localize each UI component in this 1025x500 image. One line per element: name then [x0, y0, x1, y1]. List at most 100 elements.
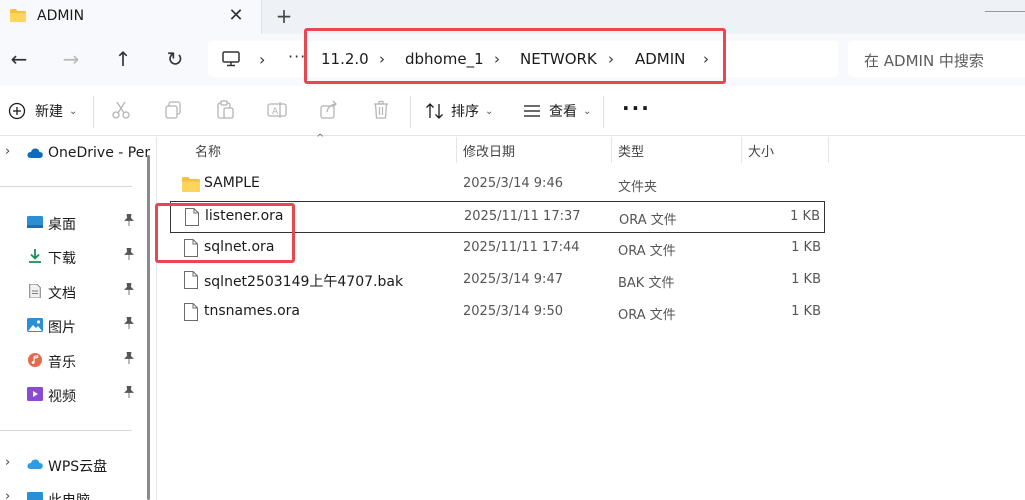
minimize-button[interactable] [985, 0, 1025, 12]
chevron-right-icon[interactable]: › [259, 50, 265, 69]
file-name: SAMPLE [204, 175, 260, 191]
sort-button[interactable]: 排序 ⌄ [425, 100, 493, 122]
file-type: BAK 文件 [618, 276, 675, 291]
column-separator[interactable] [611, 137, 612, 163]
divider [0, 186, 132, 187]
download-icon [29, 249, 41, 263]
file-type: ORA 文件 [619, 213, 677, 228]
view-button[interactable]: 查看 ⌄ [523, 100, 591, 122]
share-icon[interactable] [319, 100, 339, 120]
svg-text:A: A [272, 107, 279, 117]
pictures-icon [27, 318, 43, 332]
file-icon [184, 271, 198, 289]
file-size: 1 KB [791, 304, 821, 319]
column-separator[interactable] [456, 137, 457, 163]
forward-button[interactable]: → [58, 46, 84, 72]
tab-admin[interactable]: ADMIN ✕ [0, 0, 262, 34]
new-tab-button[interactable]: + [272, 5, 296, 29]
column-separator[interactable] [828, 137, 829, 163]
column-header-size[interactable]: 大小 [748, 141, 774, 160]
file-row-sqlnet-bak[interactable]: sqlnet2503149上午4707.bak 2025/3/14 9:47 B… [170, 265, 825, 297]
file-row-sample[interactable]: SAMPLE 2025/3/14 9:46 文件夹 [170, 169, 825, 201]
chevron-right-icon[interactable]: › [5, 455, 10, 470]
video-icon [27, 387, 43, 401]
file-size: 1 KB [791, 240, 821, 255]
sidebar-item-wps-cloud[interactable]: › WPS云盘 [0, 451, 150, 479]
file-modified: 2025/3/14 9:47 [463, 272, 563, 287]
wps-cloud-icon [27, 459, 43, 469]
sidebar-scrollbar[interactable] [147, 155, 150, 500]
sidebar-item-label: 此电脑 [48, 490, 90, 500]
divider [0, 430, 132, 431]
file-icon [184, 303, 198, 321]
chevron-right-icon[interactable]: › [5, 144, 10, 159]
delete-icon[interactable] [371, 100, 391, 120]
sidebar-item-documents[interactable]: 文档 [0, 278, 150, 306]
file-name: sqlnet2503149上午4707.bak [204, 274, 404, 290]
sidebar-item-pictures[interactable]: 图片 [0, 312, 150, 340]
files-highlight [155, 203, 295, 263]
refresh-button[interactable]: ↻ [162, 46, 188, 72]
sidebar-item-downloads[interactable]: 下载 [0, 243, 150, 271]
cloud-icon [27, 148, 43, 158]
pin-icon [124, 316, 134, 332]
chevron-down-icon: ⌄ [69, 105, 78, 117]
folder-icon [182, 177, 200, 192]
pin-icon [124, 351, 134, 367]
column-separator[interactable] [741, 137, 742, 163]
tab-title: ADMIN [37, 8, 85, 24]
back-button[interactable]: ← [6, 46, 32, 72]
rename-icon[interactable]: A [267, 100, 287, 120]
sidebar-item-music[interactable]: 音乐 [0, 347, 150, 375]
sidebar-item-onedrive[interactable]: › OneDrive - Per [0, 140, 150, 168]
file-type: ORA 文件 [618, 244, 676, 259]
sidebar-item-label: 视频 [48, 389, 76, 405]
sidebar-item-label: 桌面 [48, 217, 76, 233]
sort-label: 排序 [451, 104, 479, 120]
chevron-right-icon[interactable]: › [5, 489, 10, 500]
file-modified: 2025/3/14 9:46 [463, 176, 563, 191]
view-label: 查看 [549, 104, 577, 120]
sidebar-item-label: 文档 [48, 286, 76, 302]
search-input[interactable]: 在 ADMIN 中搜索 [864, 50, 984, 71]
chevron-down-icon: ⌄ [583, 105, 592, 117]
pin-icon [124, 247, 134, 263]
plus-icon [8, 102, 26, 120]
new-button[interactable]: 新建 ⌄ [8, 100, 77, 122]
sidebar-item-this-pc[interactable]: › 此电脑 [0, 485, 150, 500]
close-tab-icon[interactable]: ✕ [226, 5, 246, 27]
command-bar: 新建 ⌄ A 排序 ⌄ 查看 ⌄ ··· [0, 86, 1025, 136]
desktop-icon [27, 216, 43, 228]
copy-icon[interactable] [163, 100, 183, 120]
file-row-tnsnames-ora[interactable]: tnsnames.ora 2025/3/14 9:50 ORA 文件 1 KB [170, 297, 825, 329]
sidebar-item-videos[interactable]: 视频 [0, 381, 150, 409]
music-icon [28, 353, 42, 367]
pin-icon [124, 213, 134, 229]
new-label: 新建 [35, 104, 63, 120]
folder-icon [10, 9, 26, 22]
column-header-modified[interactable]: 修改日期 [463, 141, 515, 160]
view-icon [524, 105, 540, 117]
file-modified: 2025/3/14 9:50 [463, 304, 563, 319]
search-box[interactable]: 在 ADMIN 中搜索 [848, 41, 1025, 77]
column-header-name[interactable]: 名称 [195, 141, 221, 160]
divider [603, 96, 604, 128]
chevron-down-icon: ⌄ [485, 105, 494, 117]
sidebar-item-desktop[interactable]: 桌面 [0, 209, 150, 237]
divider [156, 137, 157, 500]
up-button[interactable]: ↑ [110, 46, 136, 72]
more-options-button[interactable]: ··· [622, 96, 651, 120]
sidebar-item-label: OneDrive - Per [48, 145, 151, 161]
file-modified: 2025/11/11 17:44 [463, 240, 580, 255]
cut-icon[interactable] [111, 100, 131, 120]
computer-icon [27, 492, 43, 500]
file-modified: 2025/11/11 17:37 [464, 209, 581, 224]
sidebar-item-label: WPS云盘 [48, 459, 108, 475]
pin-icon [124, 282, 134, 298]
paste-icon[interactable] [215, 100, 235, 120]
sort-icon [426, 103, 443, 119]
column-header-type[interactable]: 类型 [618, 141, 644, 160]
breadcrumb-highlight [304, 28, 726, 84]
navigation-pane: › OneDrive - Per 桌面 下载 文档 图片 音乐 视频 › WPS… [0, 137, 156, 500]
sidebar-item-label: 图片 [48, 320, 76, 336]
